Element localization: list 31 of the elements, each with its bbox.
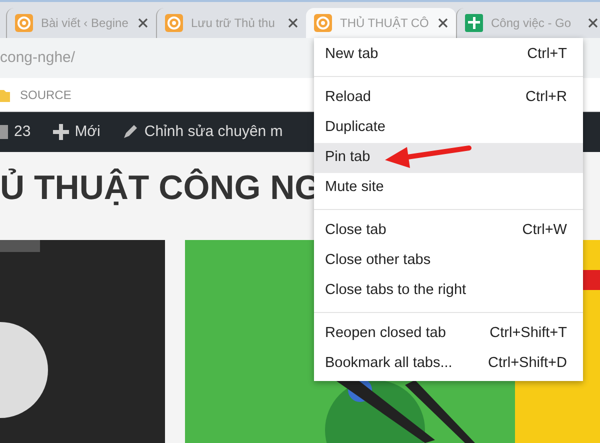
close-icon[interactable] xyxy=(288,18,298,28)
new-link[interactable]: Mới xyxy=(74,120,100,144)
menu-item[interactable]: Close tab Ctrl+W xyxy=(314,216,583,246)
menu-item[interactable]: Close other tabs xyxy=(314,246,583,276)
edit-link[interactable]: Chỉnh sửa chuyên m xyxy=(144,120,283,144)
menu-item[interactable]: Mute site xyxy=(314,173,583,203)
close-icon[interactable] xyxy=(588,18,598,28)
menu-item[interactable]: Bookmark all tabs... Ctrl+Shift+D xyxy=(314,349,583,379)
folder-icon xyxy=(0,88,10,102)
menu-item[interactable]: New tab Ctrl+T xyxy=(314,40,583,70)
target-icon xyxy=(15,14,33,32)
menu-item[interactable]: Reload Ctrl+R xyxy=(314,83,583,113)
menu-item[interactable]: Pin tab xyxy=(314,143,583,173)
bookmark[interactable]: SOURCE xyxy=(20,86,72,104)
close-icon[interactable] xyxy=(438,18,448,28)
shortcut-text: Ctrl+T xyxy=(527,45,567,64)
close-icon[interactable] xyxy=(138,18,148,28)
menu-item[interactable]: Close tabs to the right xyxy=(314,276,583,306)
menu-item[interactable]: Duplicate xyxy=(314,113,583,143)
plus-icon xyxy=(465,14,483,32)
pencil-icon xyxy=(122,124,138,140)
comment-count[interactable]: 23 xyxy=(14,120,31,144)
target-icon xyxy=(165,14,183,32)
plus-icon xyxy=(52,124,69,140)
menu-item[interactable]: Reopen closed tab Ctrl+Shift+T xyxy=(314,319,583,349)
shortcut-text: Ctrl+W xyxy=(522,221,567,240)
target-icon xyxy=(314,14,332,32)
shortcut-text: Ctrl+Shift+D xyxy=(488,354,567,374)
arrow-icon xyxy=(385,146,472,168)
shortcut-text: Ctrl+R xyxy=(526,88,567,108)
shortcut-text: Ctrl+Shift+T xyxy=(490,324,567,344)
